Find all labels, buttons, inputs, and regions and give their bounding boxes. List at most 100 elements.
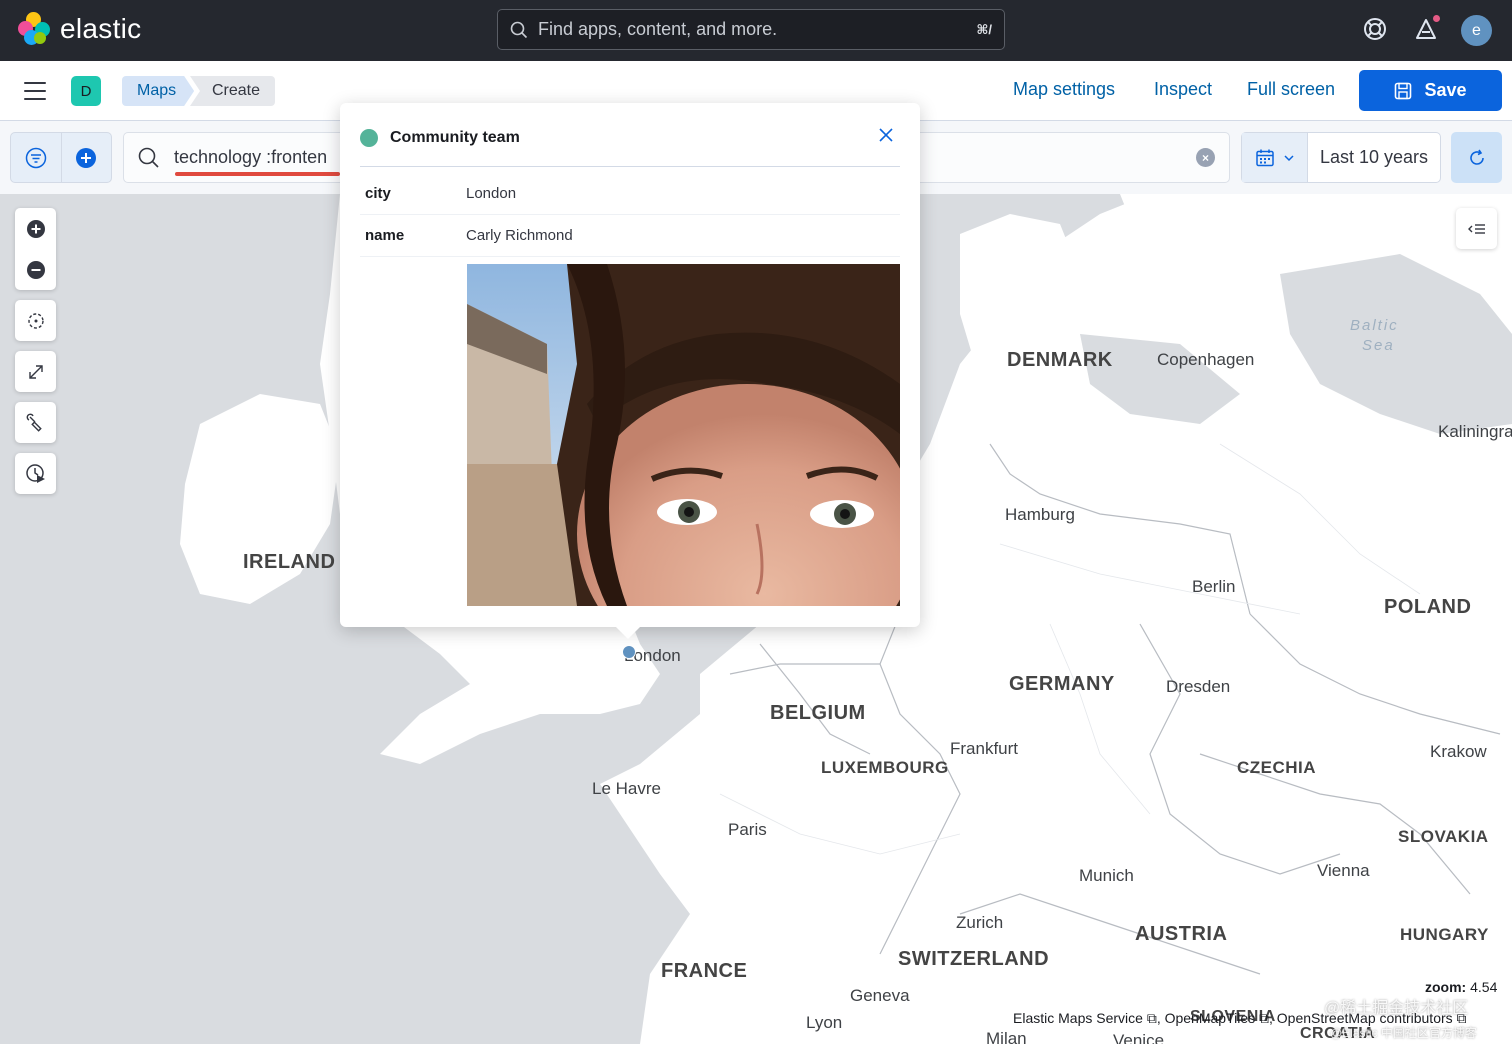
layer-panel-toggle[interactable] <box>1456 208 1497 249</box>
label-france: FRANCE <box>661 960 748 982</box>
label-hungary: HUNGARY <box>1400 925 1489 944</box>
label-lyon: Lyon <box>806 1013 843 1032</box>
label-luxembourg: LUXEMBOURG <box>821 758 949 777</box>
date-picker: Last 10 years <box>1241 132 1441 183</box>
label-dresden: Dresden <box>1166 677 1231 696</box>
label-belgium: BELGIUM <box>770 702 866 724</box>
minus-circle-icon <box>26 260 45 279</box>
query-underline-annotation <box>175 172 340 176</box>
label-ireland: IRELAND <box>243 551 336 573</box>
label-venice: Venice <box>1113 1031 1165 1044</box>
label-le-havre: Le Havre <box>592 779 661 798</box>
date-quick-menu-button[interactable] <box>1242 133 1308 182</box>
search-placeholder: Find apps, content, and more. <box>538 19 778 39</box>
search-shortcut: ⌘/ <box>976 21 992 37</box>
search-icon <box>510 21 528 38</box>
date-range-label[interactable]: Last 10 years <box>1308 133 1440 182</box>
add-filter-button[interactable] <box>60 133 111 182</box>
set-view-control <box>15 300 56 341</box>
filter-button-group <box>10 132 112 183</box>
timeslider-control <box>15 453 56 494</box>
map-settings-link[interactable]: Map settings <box>1013 79 1115 100</box>
fit-to-data-button[interactable] <box>15 351 56 392</box>
clock-play-icon <box>25 463 45 483</box>
chevron-down-icon <box>1283 154 1294 161</box>
feature-tooltip: Community team city London name Carly Ri… <box>340 103 920 639</box>
watermark-secondary: @Elastic 中国社区官方博客 <box>1330 1026 1477 1040</box>
close-icon[interactable] <box>878 127 894 143</box>
label-krakow: Krakow <box>1430 742 1487 761</box>
watermark: @稀土掘金技术社区 <box>1324 1000 1469 1017</box>
refresh-icon <box>1469 149 1484 165</box>
label-copenhagen: Copenhagen <box>1157 350 1255 369</box>
tooltip-row: city London <box>360 173 900 215</box>
layer-legend-dot <box>360 129 378 147</box>
wrench-icon <box>26 413 42 432</box>
space-avatar[interactable]: D <box>71 76 101 106</box>
label-milan: Milan <box>986 1029 1027 1044</box>
global-search-input[interactable]: Find apps, content, and more. ⌘/ <box>497 9 1005 50</box>
measure-control <box>15 402 56 443</box>
label-munich: Munich <box>1079 866 1134 885</box>
label-frankfurt: Frankfurt <box>950 739 1019 758</box>
zoom-out-button[interactable] <box>15 249 56 290</box>
label-paris: Paris <box>728 820 767 839</box>
tools-button[interactable] <box>15 402 56 443</box>
help-icon[interactable] <box>1362 16 1388 42</box>
breadcrumb-maps[interactable]: Maps <box>122 76 194 106</box>
collapse-panel-icon <box>1467 223 1485 234</box>
label-baltic: Baltic <box>1350 317 1399 334</box>
tooltip-title: Community team <box>390 129 520 146</box>
query-text: technology :fronten <box>174 147 328 167</box>
crosshair-icon <box>27 312 44 329</box>
tooltip-header: Community team <box>360 127 900 167</box>
full-screen-link[interactable]: Full screen <box>1247 79 1335 100</box>
set-view-button[interactable] <box>15 300 56 341</box>
label-germany: GERMANY <box>1009 673 1115 695</box>
clear-query-icon[interactable]: × <box>1196 148 1215 167</box>
zoom-value: 4.54 <box>1470 979 1498 995</box>
tooltip-value: London <box>466 185 517 202</box>
label-poland: POLAND <box>1384 596 1472 618</box>
label-slovakia: SLOVAKIA <box>1398 827 1489 846</box>
refresh-button[interactable] <box>1451 132 1502 183</box>
label-vienna: Vienna <box>1317 861 1370 880</box>
label-denmark: DENMARK <box>1007 349 1113 371</box>
label-hamburg: Hamburg <box>1005 505 1075 524</box>
label-berlin: Berlin <box>1192 577 1236 596</box>
top-header: elastic Find apps, content, and more. ⌘/… <box>0 0 1512 61</box>
profile-photo <box>467 264 900 606</box>
inspect-link[interactable]: Inspect <box>1154 79 1212 100</box>
label-zurich: Zurich <box>956 913 1004 932</box>
filter-icon <box>25 147 47 168</box>
zoom-in-button[interactable] <box>15 208 56 249</box>
notification-badge <box>1431 13 1442 24</box>
label-switzerland: SWITZERLAND <box>898 948 1050 970</box>
elastic-logo[interactable]: elastic <box>18 12 141 46</box>
menu-icon[interactable] <box>24 82 46 100</box>
timeslider-button[interactable] <box>15 453 56 494</box>
fit-bounds-control <box>15 351 56 392</box>
save-button[interactable]: Save <box>1359 70 1502 111</box>
map-feature-marker[interactable] <box>622 645 636 659</box>
filter-menu-button[interactable] <box>11 133 61 182</box>
label-austria: AUSTRIA <box>1135 923 1228 945</box>
label-kaliningrad: Kaliningra <box>1438 422 1512 441</box>
tooltip-key: name <box>365 227 405 244</box>
tooltip-row: name Carly Richmond <box>360 215 900 257</box>
save-label: Save <box>1424 80 1467 100</box>
label-czechia: CZECHIA <box>1237 758 1317 777</box>
tooltip-value: Carly Richmond <box>466 227 573 244</box>
zoom-controls <box>15 208 56 290</box>
calendar-icon <box>1255 149 1274 166</box>
save-icon <box>1395 82 1412 99</box>
user-avatar[interactable]: e <box>1461 15 1492 46</box>
zoom-readout: zoom: 4.54 <box>1425 979 1498 995</box>
expand-icon <box>28 364 43 379</box>
brand-name: elastic <box>60 13 142 44</box>
plus-circle-icon <box>26 219 45 238</box>
search-icon <box>138 147 159 168</box>
label-sea: Sea <box>1362 337 1395 354</box>
breadcrumb-create: Create <box>190 76 276 106</box>
elastic-logo-icon <box>18 12 52 46</box>
